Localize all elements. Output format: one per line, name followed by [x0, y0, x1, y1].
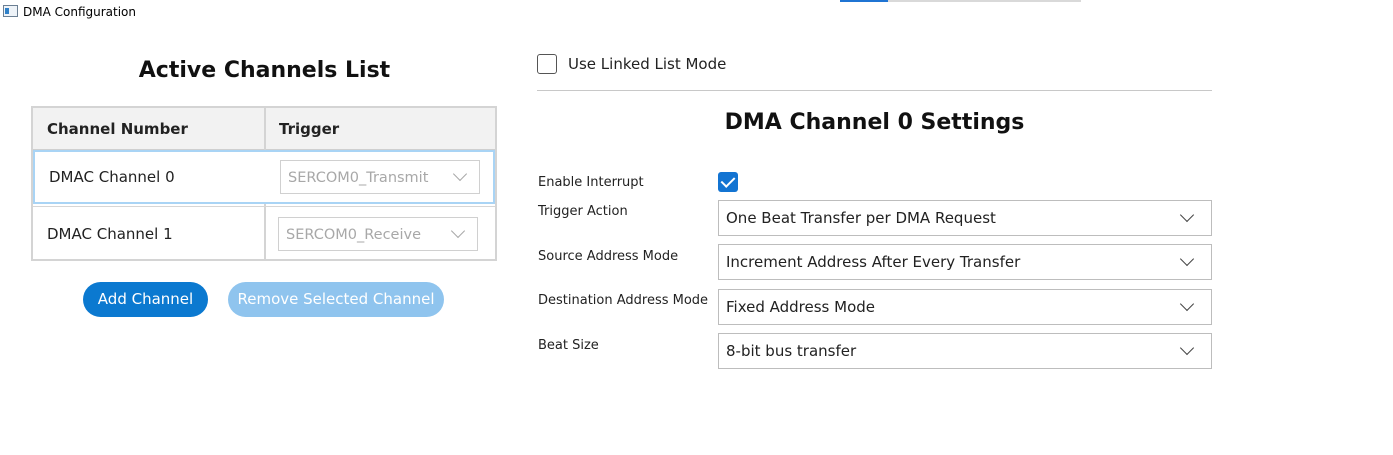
beat-size-dropdown[interactable]: 8-bit bus transfer [718, 333, 1212, 369]
title-bar: DMA Configuration [0, 0, 1393, 24]
table-row[interactable]: DMAC Channel 1 SERCOM0_Receive [33, 206, 495, 260]
source-address-mode-dropdown[interactable]: Increment Address After Every Transfer [718, 244, 1212, 280]
chevron-down-icon [1179, 340, 1195, 356]
chevron-down-icon [450, 223, 466, 239]
add-channel-button[interactable]: Add Channel [83, 282, 208, 317]
table-row[interactable]: DMAC Channel 0 SERCOM0_Transmit [33, 150, 495, 204]
column-header-channel-number: Channel Number [47, 120, 188, 138]
trigger-action-dropdown[interactable]: One Beat Transfer per DMA Request [718, 200, 1212, 236]
source-address-mode-label: Source Address Mode [538, 249, 679, 264]
tab-indicator [840, 0, 1081, 2]
linked-list-mode-label: Use Linked List Mode [568, 55, 727, 73]
trigger-action-label: Trigger Action [538, 204, 628, 219]
trigger-select[interactable]: SERCOM0_Transmit [280, 160, 480, 194]
divider [537, 90, 1212, 91]
beat-size-label: Beat Size [538, 338, 599, 353]
enable-interrupt-checkbox[interactable] [718, 172, 738, 192]
channels-table: Channel Number Trigger DMAC Channel 0 SE… [31, 106, 497, 261]
chevron-down-icon [1179, 207, 1195, 223]
channel-name: DMAC Channel 0 [49, 168, 175, 186]
channel-settings-title: DMA Channel 0 Settings [724, 110, 1025, 135]
source-address-mode-value: Increment Address After Every Transfer [726, 253, 1021, 271]
column-header-trigger: Trigger [279, 120, 340, 138]
destination-address-mode-dropdown[interactable]: Fixed Address Mode [718, 289, 1212, 325]
trigger-select-value: SERCOM0_Transmit [288, 170, 429, 186]
destination-address-mode-label: Destination Address Mode [538, 293, 709, 308]
linked-list-mode-checkbox[interactable] [537, 54, 557, 74]
channels-list-title: Active Channels List [138, 58, 391, 83]
enable-interrupt-label: Enable Interrupt [538, 175, 644, 190]
beat-size-value: 8-bit bus transfer [726, 342, 857, 360]
tab-indicator-active [840, 0, 888, 2]
trigger-action-value: One Beat Transfer per DMA Request [726, 209, 996, 227]
window-title: DMA Configuration [23, 5, 136, 19]
channel-name: DMAC Channel 1 [47, 225, 173, 243]
trigger-select-value: SERCOM0_Receive [286, 227, 422, 243]
trigger-select[interactable]: SERCOM0_Receive [278, 217, 478, 251]
chevron-down-icon [452, 166, 468, 182]
app-window-icon [3, 5, 18, 17]
destination-address-mode-value: Fixed Address Mode [726, 298, 876, 316]
remove-selected-channel-button[interactable]: Remove Selected Channel [228, 282, 444, 317]
chevron-down-icon [1179, 251, 1195, 267]
chevron-down-icon [1179, 296, 1195, 312]
